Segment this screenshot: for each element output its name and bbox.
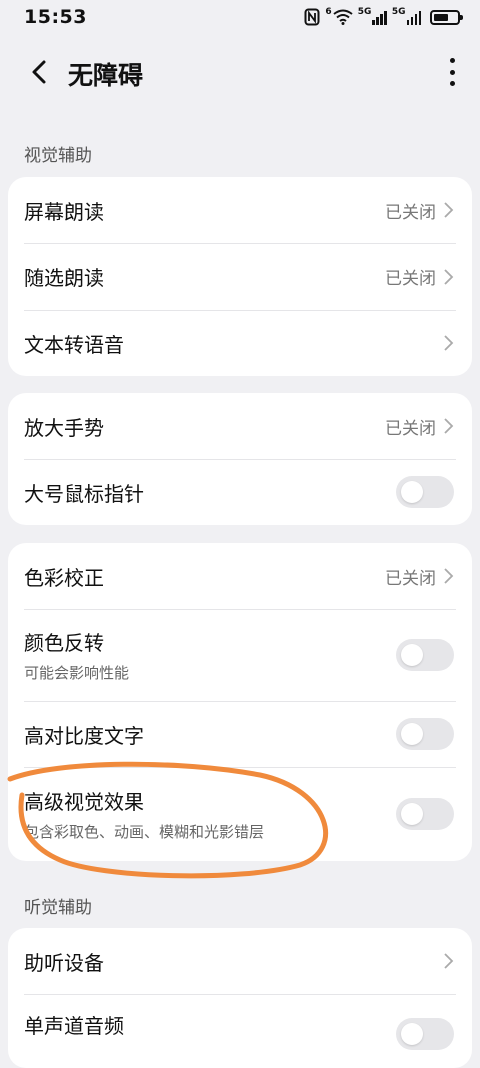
list-item-magnification-gesture[interactable]: 放大手势 已关闭 — [8, 393, 472, 459]
chevron-right-icon — [444, 268, 454, 285]
list-item-select-to-speak[interactable]: 随选朗读 已关闭 — [8, 243, 472, 310]
wifi-indicator: 6 — [325, 7, 353, 25]
item-title: 大号鼠标指针 — [24, 481, 144, 506]
list-item-high-contrast-text: 高对比度文字 — [8, 701, 472, 767]
section-label-visual: 视觉辅助 — [24, 146, 92, 166]
signal-2: 5G — [391, 6, 421, 25]
signal-1-label: 5G — [357, 6, 372, 17]
high-contrast-toggle[interactable] — [396, 718, 454, 750]
battery-icon — [430, 9, 463, 25]
status-icons: 6 5G 5G — [304, 6, 463, 26]
list-item-text-to-speech[interactable]: 文本转语音 — [8, 310, 472, 376]
chevron-right-icon — [444, 953, 454, 969]
item-title: 屏幕朗读 — [24, 199, 104, 224]
card-magnification: 放大手势 已关闭 大号鼠标指针 — [8, 393, 472, 525]
list-item-large-pointer: 大号鼠标指针 — [8, 459, 472, 525]
item-title: 文本转语音 — [24, 332, 124, 357]
item-title: 颜色反转 — [24, 631, 104, 655]
item-title: 色彩校正 — [24, 565, 104, 590]
item-value: 已关闭 — [385, 568, 436, 589]
wifi-label: 6 — [325, 7, 332, 17]
item-subtitle: 包含彩取色、动画、模糊和光影错层 — [24, 823, 265, 841]
card-reading: 屏幕朗读 已关闭 随选朗读 已关闭 文本转语音 — [8, 177, 472, 376]
signal-bars-icon — [406, 10, 421, 25]
item-value: 已关闭 — [385, 202, 436, 223]
chevron-right-icon — [444, 335, 454, 351]
chevron-right-icon — [444, 568, 454, 584]
back-arrow-icon[interactable] — [26, 58, 54, 86]
chevron-right-icon — [444, 202, 454, 218]
item-value: 已关闭 — [385, 418, 436, 439]
list-item-advanced-visual-effects: 高级视觉效果 包含彩取色、动画、模糊和光影错层 — [8, 767, 472, 861]
card-hearing: 助听设备 单声道音频 — [8, 928, 472, 1068]
more-options-icon[interactable] — [444, 54, 460, 90]
status-time: 15:53 — [24, 6, 87, 28]
item-title: 高对比度文字 — [24, 723, 144, 748]
advanced-visual-effects-toggle[interactable] — [396, 798, 454, 830]
item-title: 高级视觉效果 — [24, 790, 144, 814]
card-color: 色彩校正 已关闭 颜色反转 可能会影响性能 高对比度文字 高级视觉效果 包含彩取… — [8, 543, 472, 861]
list-item-color-correction[interactable]: 色彩校正 已关闭 — [8, 543, 472, 609]
item-value: 已关闭 — [385, 269, 436, 289]
list-item-screen-reader[interactable]: 屏幕朗读 已关闭 — [8, 177, 472, 243]
signal-2-label: 5G — [391, 6, 406, 17]
item-title: 放大手势 — [24, 415, 104, 440]
signal-bars-icon — [372, 10, 387, 25]
list-item-color-inversion: 颜色反转 可能会影响性能 — [8, 609, 472, 701]
item-title: 助听设备 — [24, 950, 104, 975]
mono-audio-toggle[interactable] — [396, 1018, 454, 1050]
page-title: 无障碍 — [68, 61, 144, 90]
app-header: 无障碍 — [0, 44, 480, 100]
item-title: 单声道音频 — [24, 1014, 124, 1038]
large-pointer-toggle[interactable] — [396, 476, 454, 508]
item-title: 随选朗读 — [24, 266, 104, 290]
list-item-mono-audio: 单声道音频 — [8, 994, 472, 1064]
color-inversion-toggle[interactable] — [396, 639, 454, 671]
status-bar: 15:53 6 5G 5G — [0, 0, 480, 34]
nfc-icon — [304, 8, 320, 26]
signal-1: 5G — [357, 6, 387, 25]
section-label-hearing: 听觉辅助 — [24, 898, 92, 918]
list-item-hearing-aids[interactable]: 助听设备 — [8, 928, 472, 994]
item-subtitle: 可能会影响性能 — [24, 664, 130, 682]
wifi-icon — [333, 9, 353, 25]
chevron-right-icon — [444, 418, 454, 434]
